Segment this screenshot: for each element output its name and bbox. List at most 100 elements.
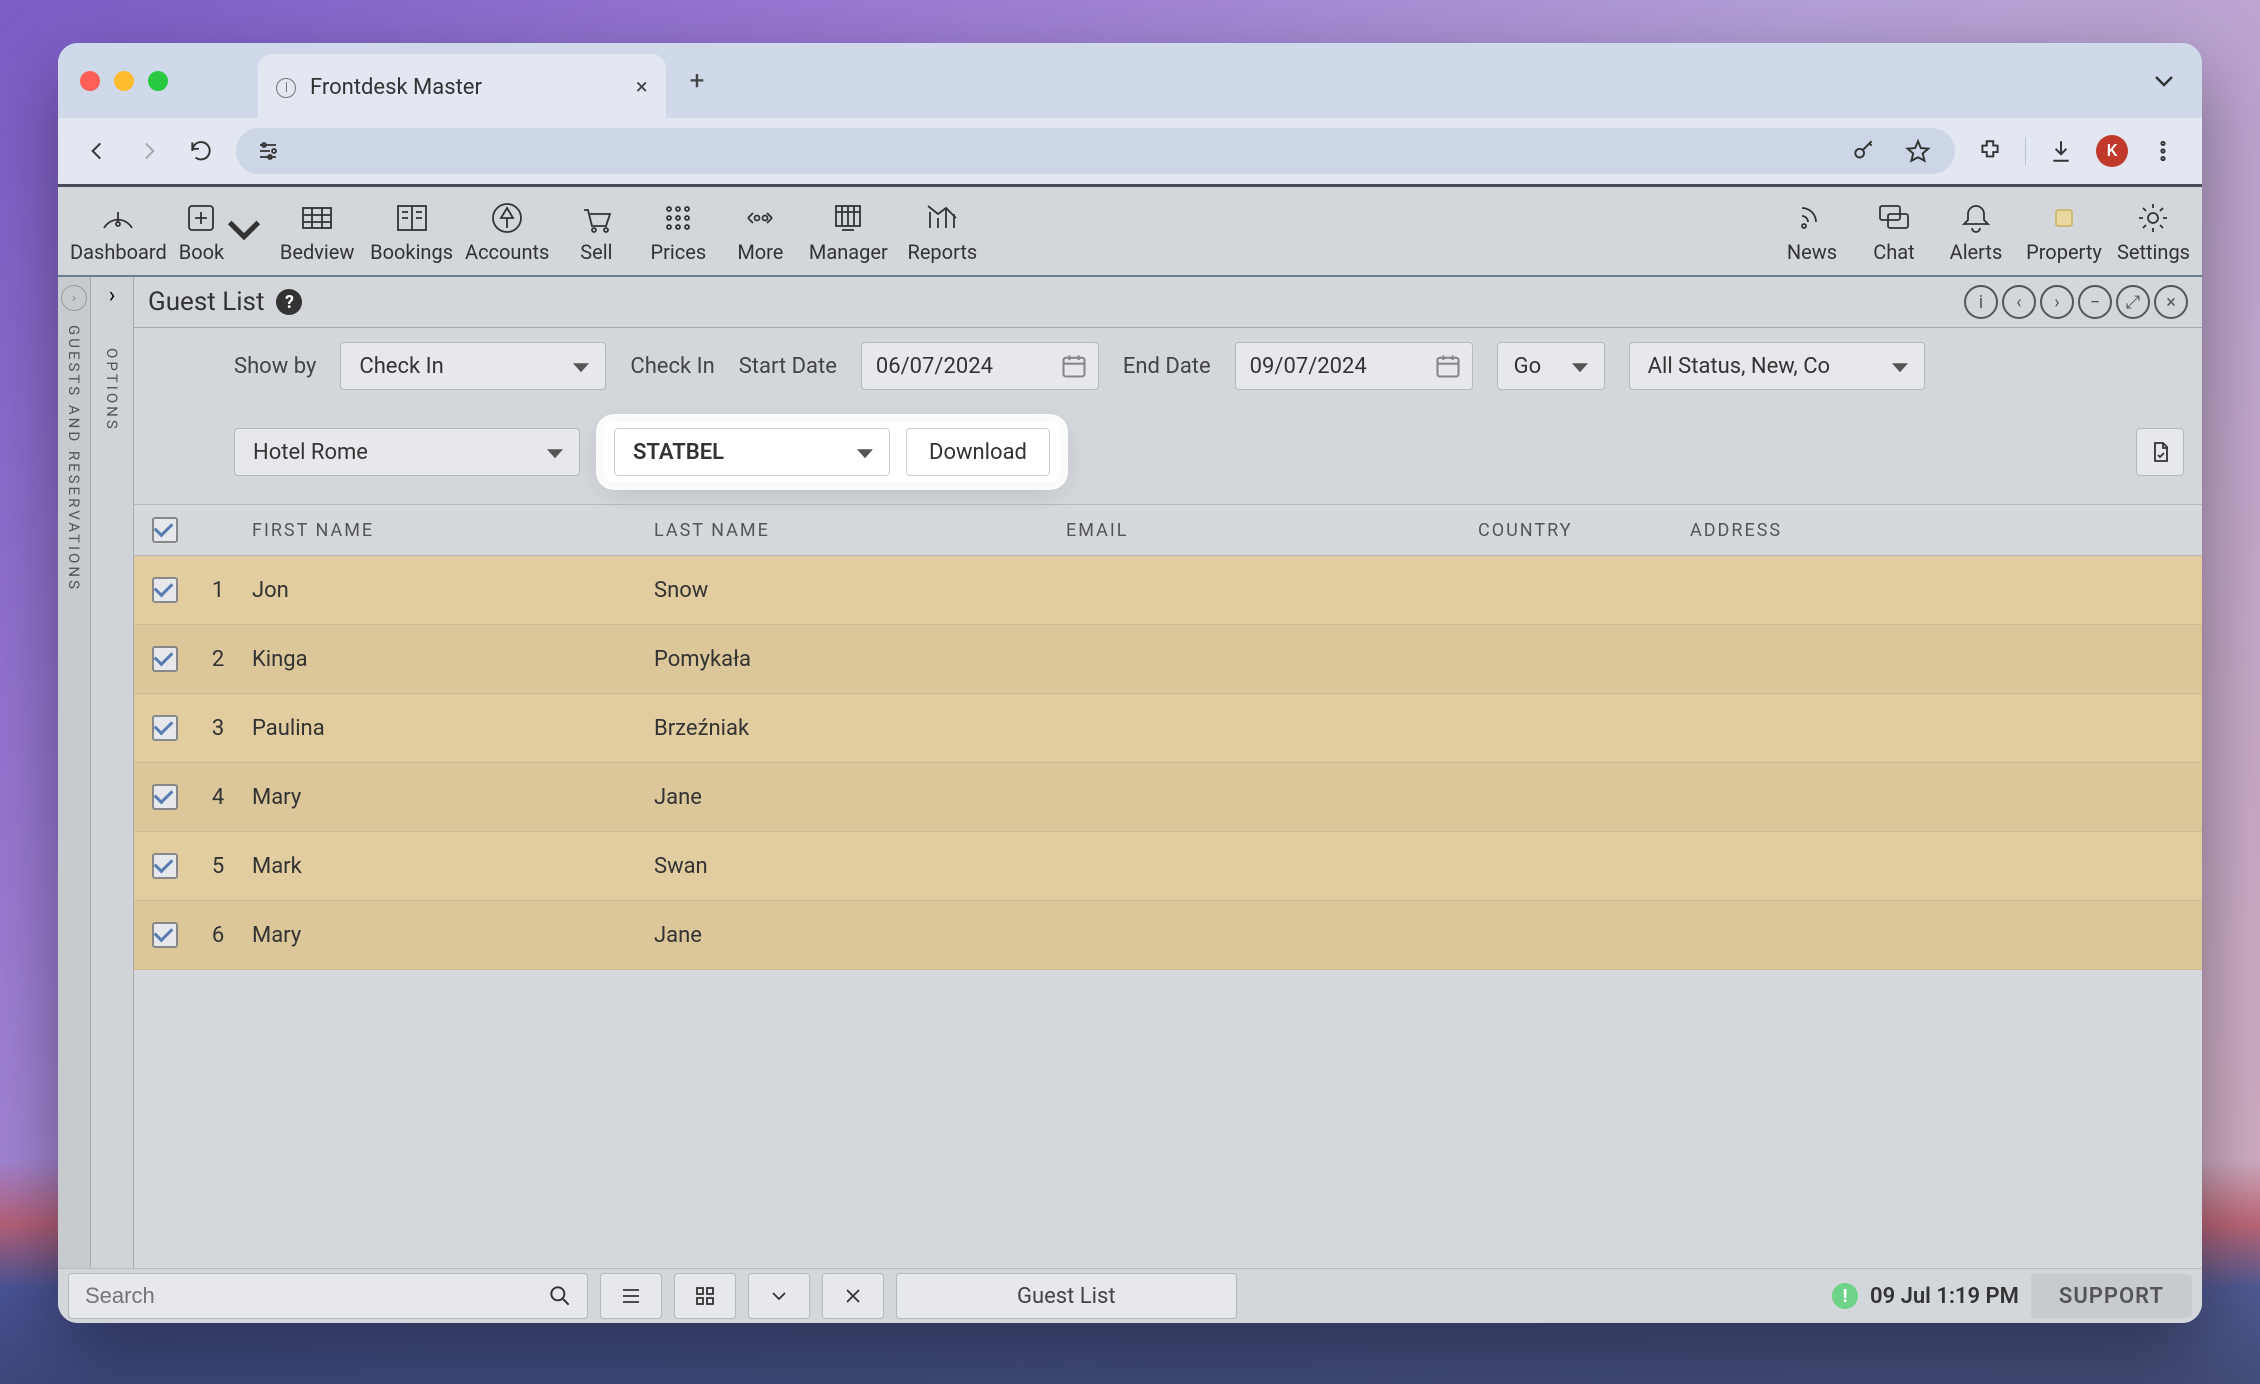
- collapse-button[interactable]: [748, 1273, 810, 1319]
- format-select[interactable]: STATBEL: [614, 428, 890, 476]
- close-panel-button[interactable]: ×: [2154, 285, 2188, 319]
- help-icon[interactable]: ?: [276, 289, 302, 315]
- toolbar-sell[interactable]: Sell: [561, 192, 631, 270]
- minimize-panel-button[interactable]: −: [2078, 285, 2112, 319]
- bookmark-star-icon[interactable]: [1901, 134, 1935, 168]
- reload-button[interactable]: [184, 134, 218, 168]
- side-rail-reservations[interactable]: › GUESTS AND RESERVATIONS: [58, 277, 91, 1271]
- expand-rail-icon[interactable]: ›: [61, 285, 87, 311]
- row-checkbox[interactable]: [152, 784, 178, 810]
- window-controls: [80, 71, 168, 91]
- support-button[interactable]: SUPPORT: [2031, 1274, 2192, 1318]
- select-all-checkbox[interactable]: [152, 517, 178, 543]
- row-checkbox[interactable]: [152, 853, 178, 879]
- toolbar-settings[interactable]: Settings: [2117, 192, 2190, 270]
- profile-avatar[interactable]: K: [2096, 135, 2128, 167]
- show-by-label: Show by: [234, 354, 316, 379]
- guest-list-panel: Guest List ? i ‹ › − ⤢ × Show by: [134, 277, 2202, 1271]
- extensions-button[interactable]: [1973, 134, 2007, 168]
- back-button[interactable]: [80, 134, 114, 168]
- row-checkbox[interactable]: [152, 715, 178, 741]
- download-button[interactable]: Download: [906, 428, 1050, 476]
- calendar-icon: [1060, 352, 1088, 380]
- maximize-window-button[interactable]: [148, 71, 168, 91]
- row-checkbox[interactable]: [152, 577, 178, 603]
- toolbar-bookings[interactable]: Bookings: [370, 192, 453, 270]
- status-indicator[interactable]: !: [1832, 1283, 1858, 1309]
- separator: [2025, 137, 2026, 165]
- go-button[interactable]: Go: [1497, 342, 1605, 390]
- col-country[interactable]: COUNTRY: [1466, 520, 1678, 541]
- toolbar-dashboard[interactable]: Dashboard: [70, 192, 167, 270]
- status-select[interactable]: All Status, New, Co: [1629, 342, 1925, 390]
- search-box[interactable]: [68, 1273, 588, 1319]
- close-tab-button[interactable]: ×: [636, 75, 648, 100]
- list-view-button[interactable]: [600, 1273, 662, 1319]
- grid-view-button[interactable]: [674, 1273, 736, 1319]
- next-button[interactable]: ›: [2040, 285, 2074, 319]
- panel-title: Guest List ?: [148, 287, 302, 317]
- expand-options-icon[interactable]: ›: [109, 283, 116, 308]
- table-row[interactable]: 1JonSnow: [134, 556, 2202, 625]
- side-rail-label: GUESTS AND RESERVATIONS: [65, 325, 83, 592]
- site-settings-icon[interactable]: [256, 139, 280, 163]
- info-button[interactable]: i: [1964, 285, 1998, 319]
- col-first-name[interactable]: FIRST NAME: [240, 520, 642, 541]
- toolbar-accounts[interactable]: Accounts: [465, 192, 549, 270]
- forward-button[interactable]: [132, 134, 166, 168]
- toolbar-manager[interactable]: Manager: [807, 192, 889, 270]
- clear-button[interactable]: [822, 1273, 884, 1319]
- cell-last-name: Snow: [642, 578, 1054, 603]
- show-by-select[interactable]: Check In: [340, 342, 606, 390]
- toolbar-book[interactable]: Book: [179, 192, 264, 270]
- cell-last-name: Brzeźniak: [642, 716, 1054, 741]
- search-input[interactable]: [83, 1282, 547, 1310]
- toolbar-news[interactable]: News: [1777, 192, 1847, 270]
- toolbar-alerts[interactable]: Alerts: [1941, 192, 2011, 270]
- toolbar-property[interactable]: Property: [2023, 192, 2105, 270]
- close-window-button[interactable]: [80, 71, 100, 91]
- start-date-input[interactable]: 06/07/2024: [861, 342, 1099, 390]
- browser-window: Frontdesk Master × + K: [58, 43, 2202, 1323]
- toolbar-chat[interactable]: Chat: [1859, 192, 1929, 270]
- app-content: Dashboard Book Bedview Bookings Accounts: [58, 184, 2202, 1323]
- row-index: 1: [196, 578, 240, 603]
- toolbar-more[interactable]: More: [725, 192, 795, 270]
- panel-header-actions: i ‹ › − ⤢ ×: [1964, 285, 2188, 319]
- downloads-button[interactable]: [2044, 134, 2078, 168]
- chevron-down-icon[interactable]: [224, 211, 264, 251]
- col-address[interactable]: ADDRESS: [1678, 520, 2202, 541]
- tab-strip: Frontdesk Master × +: [58, 43, 2202, 118]
- table-row[interactable]: 3PaulinaBrzeźniak: [134, 694, 2202, 763]
- password-key-icon[interactable]: [1847, 134, 1881, 168]
- end-date-input[interactable]: 09/07/2024: [1235, 342, 1473, 390]
- browser-menu-button[interactable]: [2146, 134, 2180, 168]
- toolbar-reports[interactable]: Reports: [901, 192, 983, 270]
- table-row[interactable]: 2KingaPomykała: [134, 625, 2202, 694]
- col-last-name[interactable]: LAST NAME: [642, 520, 1054, 541]
- cell-first-name: Paulina: [240, 716, 642, 741]
- minimize-window-button[interactable]: [114, 71, 134, 91]
- row-checkbox[interactable]: [152, 646, 178, 672]
- side-rail-options[interactable]: › OPTIONS: [91, 277, 134, 1271]
- row-index: 4: [196, 785, 240, 810]
- main-toolbar: Dashboard Book Bedview Bookings Accounts: [58, 187, 2202, 277]
- browser-tab[interactable]: Frontdesk Master ×: [258, 54, 666, 122]
- col-email[interactable]: EMAIL: [1054, 520, 1466, 541]
- new-tab-button[interactable]: +: [690, 66, 705, 96]
- active-view-tag[interactable]: Guest List: [896, 1273, 1237, 1319]
- table-row[interactable]: 5MarkSwan: [134, 832, 2202, 901]
- expand-panel-button[interactable]: ⤢: [2116, 285, 2150, 319]
- prev-button[interactable]: ‹: [2002, 285, 2036, 319]
- tab-favicon-icon: [276, 78, 296, 98]
- toolbar-prices[interactable]: Prices: [643, 192, 713, 270]
- hotel-select[interactable]: Hotel Rome: [234, 428, 580, 476]
- cell-last-name: Jane: [642, 923, 1054, 948]
- tab-search-button[interactable]: [2148, 65, 2180, 97]
- toolbar-bedview[interactable]: Bedview: [276, 192, 358, 270]
- address-bar[interactable]: [236, 128, 1955, 174]
- export-doc-button[interactable]: [2136, 428, 2184, 476]
- table-row[interactable]: 4MaryJane: [134, 763, 2202, 832]
- row-checkbox[interactable]: [152, 922, 178, 948]
- table-row[interactable]: 6MaryJane: [134, 901, 2202, 970]
